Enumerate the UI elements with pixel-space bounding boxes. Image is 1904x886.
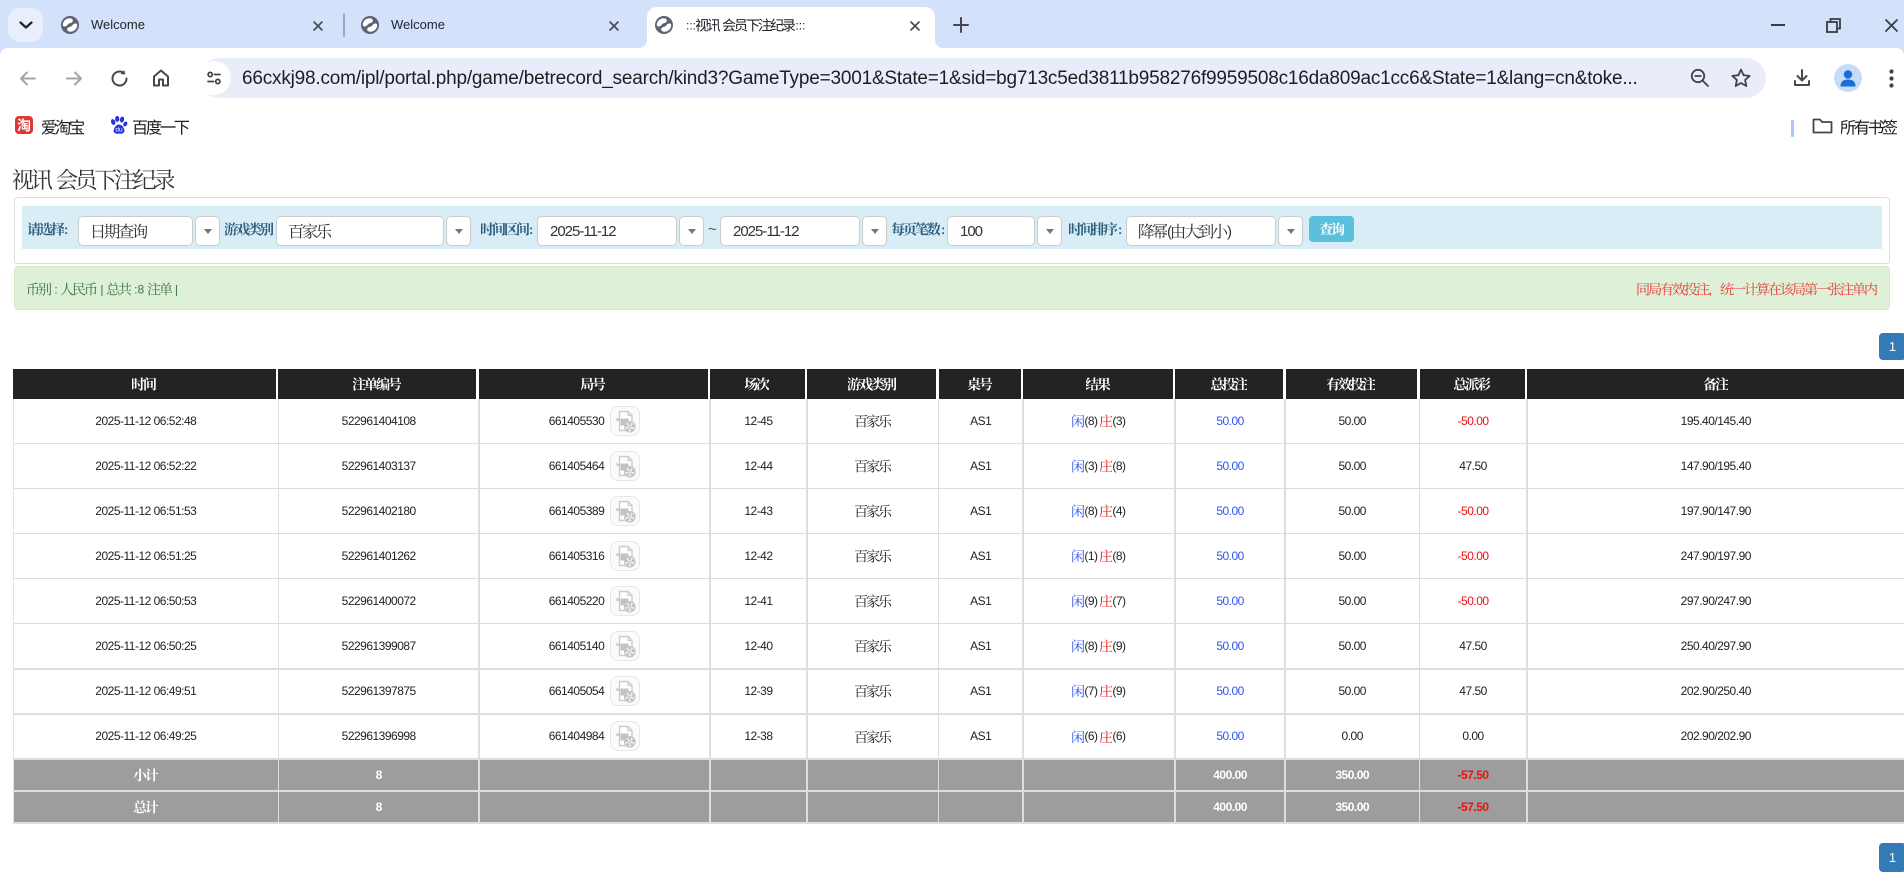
svg-text:du: du	[115, 127, 123, 134]
